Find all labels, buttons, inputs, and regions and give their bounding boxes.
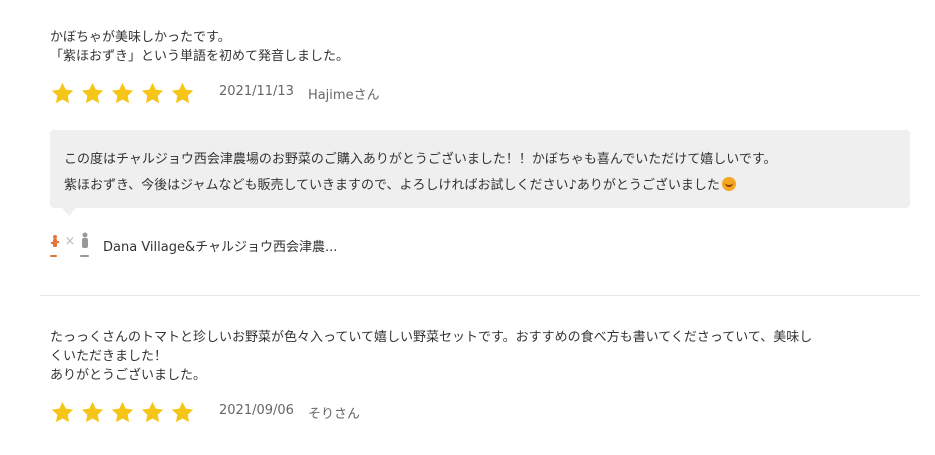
star-icon <box>80 81 105 106</box>
star-icon <box>50 400 75 425</box>
star-icon <box>170 400 195 425</box>
shop-identity[interactable]: × Dana Village&チャルジョウ西会津農... <box>50 229 337 261</box>
review-meta: 2021/09/06 そりさん <box>219 403 360 422</box>
review-divider <box>40 295 920 296</box>
smiling-face-icon <box>721 177 736 191</box>
reply-bubble-tail <box>62 208 76 216</box>
review-author: Hajimeさん <box>307 88 380 103</box>
reply-line-2-text: 紫ほおずき、今後はジャムなども販売していきますので、よろしければお試しください♪… <box>64 178 720 193</box>
review-date: 2021/11/13 <box>219 84 294 99</box>
review-text: かぼちゃが美味しかったです。 「紫ほおずき」という単語を初めて発音しました。 <box>50 30 350 64</box>
review-2-meta: 2021/09/06 そりさん <box>50 400 360 425</box>
shop-logo: × <box>50 229 90 261</box>
review-1: かぼちゃが美味しかったです。 「紫ほおずき」という単語を初めて発音しました。 <box>50 28 915 66</box>
review-meta: 2021/11/13 Hajimeさん <box>219 84 380 103</box>
star-icon <box>140 400 165 425</box>
shop-logo-icon: × <box>50 232 89 257</box>
logo-separator: × <box>65 234 76 249</box>
star-icon <box>110 81 135 106</box>
star-icon <box>110 400 135 425</box>
reply-line-1: この度はチャルジョウ西会津農場のお野菜のご購入ありがとうございました！！かぼちゃ… <box>64 152 777 167</box>
star-icon <box>50 81 75 106</box>
review-text: たっっくさんのトマトと珍しいお野菜が色々入っていて嬉しい野菜セットです。おすすめ… <box>50 330 813 383</box>
star-rating <box>50 400 195 425</box>
review-author: そりさん <box>307 407 360 422</box>
review-1-meta: 2021/11/13 Hajimeさん <box>50 81 380 106</box>
star-icon <box>80 400 105 425</box>
shop-reply-bubble: この度はチャルジョウ西会津農場のお野菜のご購入ありがとうございました！！かぼちゃ… <box>50 130 910 208</box>
star-icon <box>140 81 165 106</box>
reply-line-2: 紫ほおずき、今後はジャムなども販売していきますので、よろしければお試しください♪… <box>64 173 896 199</box>
review-2: たっっくさんのトマトと珍しいお野菜が色々入っていて嬉しい野菜セットです。おすすめ… <box>50 328 915 385</box>
star-rating <box>50 81 195 106</box>
review-date: 2021/09/06 <box>219 403 294 418</box>
shop-name-link[interactable]: Dana Village&チャルジョウ西会津農... <box>103 236 337 255</box>
star-icon <box>170 81 195 106</box>
